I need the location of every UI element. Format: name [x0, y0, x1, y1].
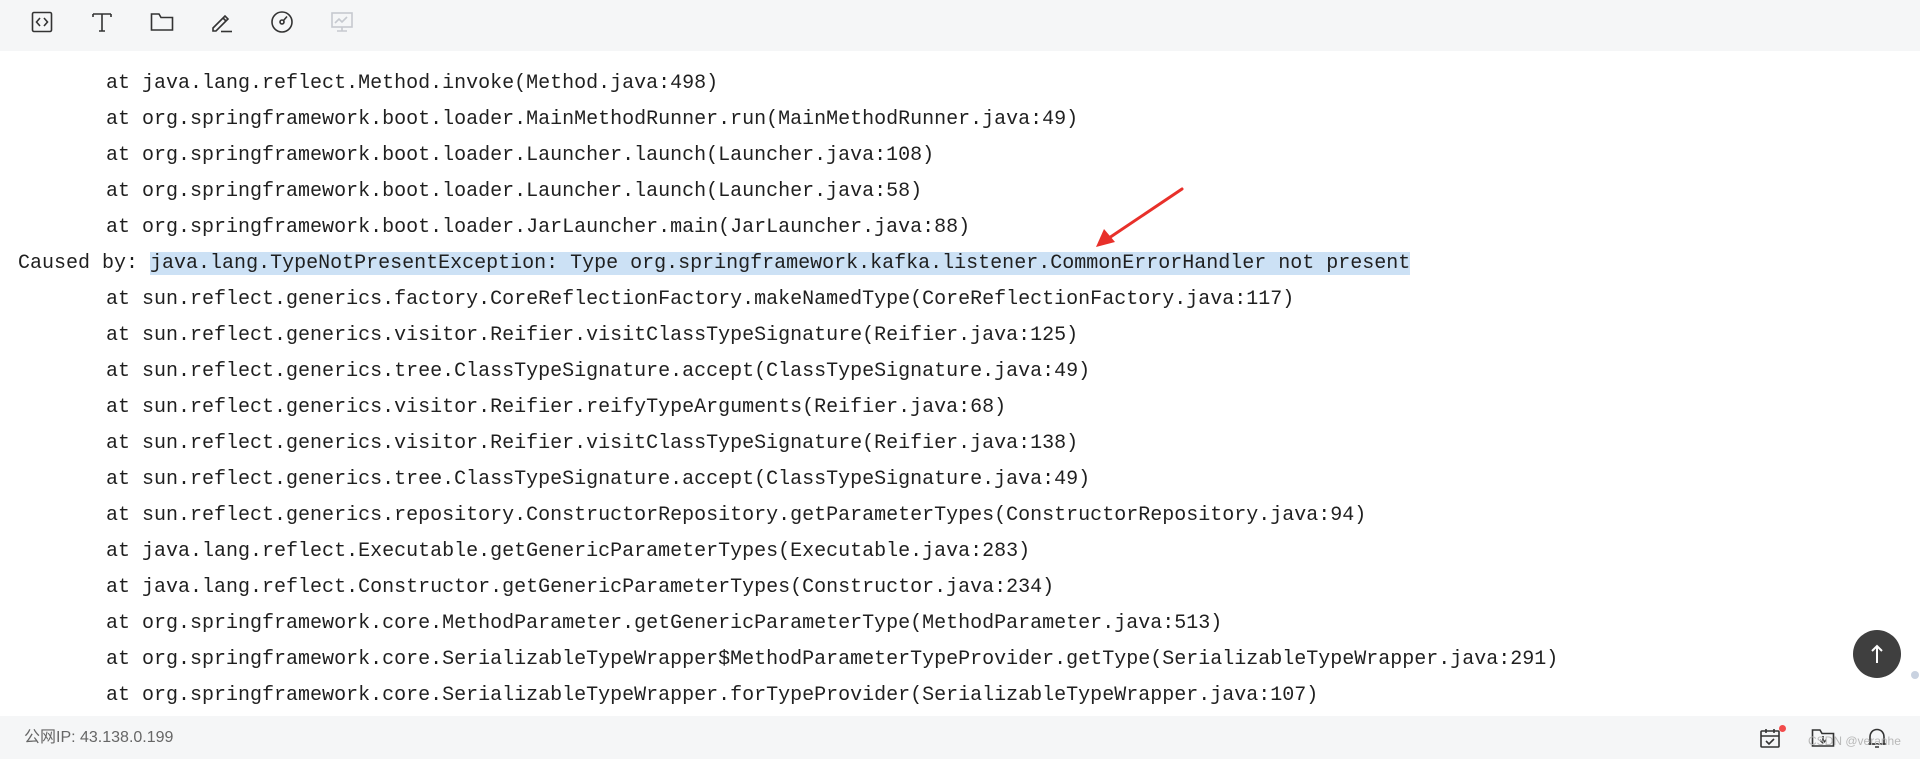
line-prefix: at: [106, 216, 131, 239]
line-prefix: at: [106, 612, 131, 635]
line-text: org.springframework.boot.loader.Launcher…: [142, 144, 935, 167]
line-text: sun.reflect.generics.visitor.Reifier.vis…: [142, 324, 1079, 347]
console-line: at org.springframework.core.Serializable…: [106, 642, 1558, 678]
resize-handle[interactable]: [1911, 671, 1919, 679]
dashboard-icon[interactable]: [269, 9, 295, 35]
highlighted-exception-text: java.lang.TypeNotPresentException: Type …: [150, 252, 1411, 275]
line-text: sun.reflect.generics.visitor.Reifier.rei…: [142, 396, 1007, 419]
line-prefix: at: [106, 684, 131, 707]
console-line: at org.springframework.boot.loader.Launc…: [106, 138, 934, 174]
line-text: java.lang.reflect.Constructor.getGeneric…: [142, 576, 1055, 599]
watermark: CSDN @veranhe: [1808, 734, 1901, 748]
console-line: at java.lang.reflect.Constructor.getGene…: [106, 570, 1054, 606]
console-line: at sun.reflect.generics.visitor.Reifier.…: [106, 318, 1078, 354]
console-line: at org.springframework.core.Serializable…: [106, 678, 1318, 714]
line-prefix: at: [106, 432, 131, 455]
line-prefix: at: [106, 324, 131, 347]
line-prefix: at: [106, 288, 131, 311]
text-icon[interactable]: [89, 9, 115, 35]
console-line-exception: Caused by: java.lang.TypeNotPresentExcep…: [18, 246, 1411, 282]
console-line: at sun.reflect.generics.repository.Const…: [106, 498, 1366, 534]
line-text: org.springframework.boot.loader.Launcher…: [142, 180, 923, 203]
line-text: org.springframework.core.MethodParameter…: [142, 612, 1223, 635]
toolbar: [0, 0, 1920, 51]
line-text: sun.reflect.generics.tree.ClassTypeSigna…: [142, 360, 1091, 383]
console-line: at java.lang.reflect.Executable.getGener…: [106, 534, 1030, 570]
status-bar: 公网IP: 43.138.0.199: [0, 716, 1920, 759]
console-line: at org.springframework.boot.loader.MainM…: [106, 102, 1078, 138]
console-line: at sun.reflect.generics.tree.ClassTypeSi…: [106, 462, 1090, 498]
console-line: at org.springframework.core.MethodParame…: [106, 606, 1222, 642]
line-text: org.springframework.core.SerializableTyp…: [142, 648, 1559, 671]
line-prefix: at: [106, 396, 131, 419]
line-prefix: at: [106, 576, 131, 599]
console-line: at org.springframework.boot.loader.JarLa…: [106, 210, 970, 246]
line-text: java.lang.reflect.Method.invoke(Method.j…: [142, 72, 719, 95]
line-prefix: at: [106, 504, 131, 527]
code-icon[interactable]: [29, 9, 55, 35]
line-text: org.springframework.core.SerializableTyp…: [142, 684, 1319, 707]
line-text: sun.reflect.generics.tree.ClassTypeSigna…: [142, 468, 1091, 491]
console-line: at sun.reflect.generics.visitor.Reifier.…: [106, 390, 1006, 426]
line-prefix: at: [106, 540, 131, 563]
line-text: org.springframework.boot.loader.MainMeth…: [142, 108, 1079, 131]
line-prefix: at: [106, 72, 131, 95]
console-line: at sun.reflect.generics.factory.CoreRefl…: [106, 282, 1294, 318]
line-text: org.springframework.boot.loader.JarLaunc…: [142, 216, 971, 239]
line-prefix: Caused by:: [18, 252, 139, 275]
line-prefix: at: [106, 144, 131, 167]
edit-icon[interactable]: [209, 9, 235, 35]
arrow-up-icon: [1871, 644, 1883, 663]
console-line: at sun.reflect.generics.visitor.Reifier.…: [106, 426, 1078, 462]
notification-badge: [1779, 725, 1786, 732]
line-text: sun.reflect.generics.visitor.Reifier.vis…: [142, 432, 1079, 455]
console-line: at org.springframework.boot.loader.Launc…: [106, 174, 922, 210]
line-prefix: at: [106, 180, 131, 203]
line-prefix: at: [106, 468, 131, 491]
console-line: at sun.reflect.generics.tree.ClassTypeSi…: [106, 354, 1090, 390]
line-prefix: at: [106, 360, 131, 383]
console-output: at java.lang.reflect.Method.invoke(Metho…: [0, 51, 1920, 716]
public-ip-label: 公网IP: 43.138.0.199: [24, 729, 174, 746]
line-text: java.lang.reflect.Executable.getGenericP…: [142, 540, 1031, 563]
monitor-icon: [329, 9, 355, 35]
folder-icon[interactable]: [149, 9, 175, 35]
line-prefix: at: [106, 108, 131, 131]
annotation-arrow-icon: [1096, 187, 1184, 247]
scroll-top-button[interactable]: [1853, 630, 1901, 678]
line-text: sun.reflect.generics.repository.Construc…: [142, 504, 1367, 527]
console-line: at java.lang.reflect.Method.invoke(Metho…: [106, 66, 718, 102]
line-prefix: at: [106, 648, 131, 671]
line-text: sun.reflect.generics.factory.CoreReflect…: [142, 288, 1295, 311]
